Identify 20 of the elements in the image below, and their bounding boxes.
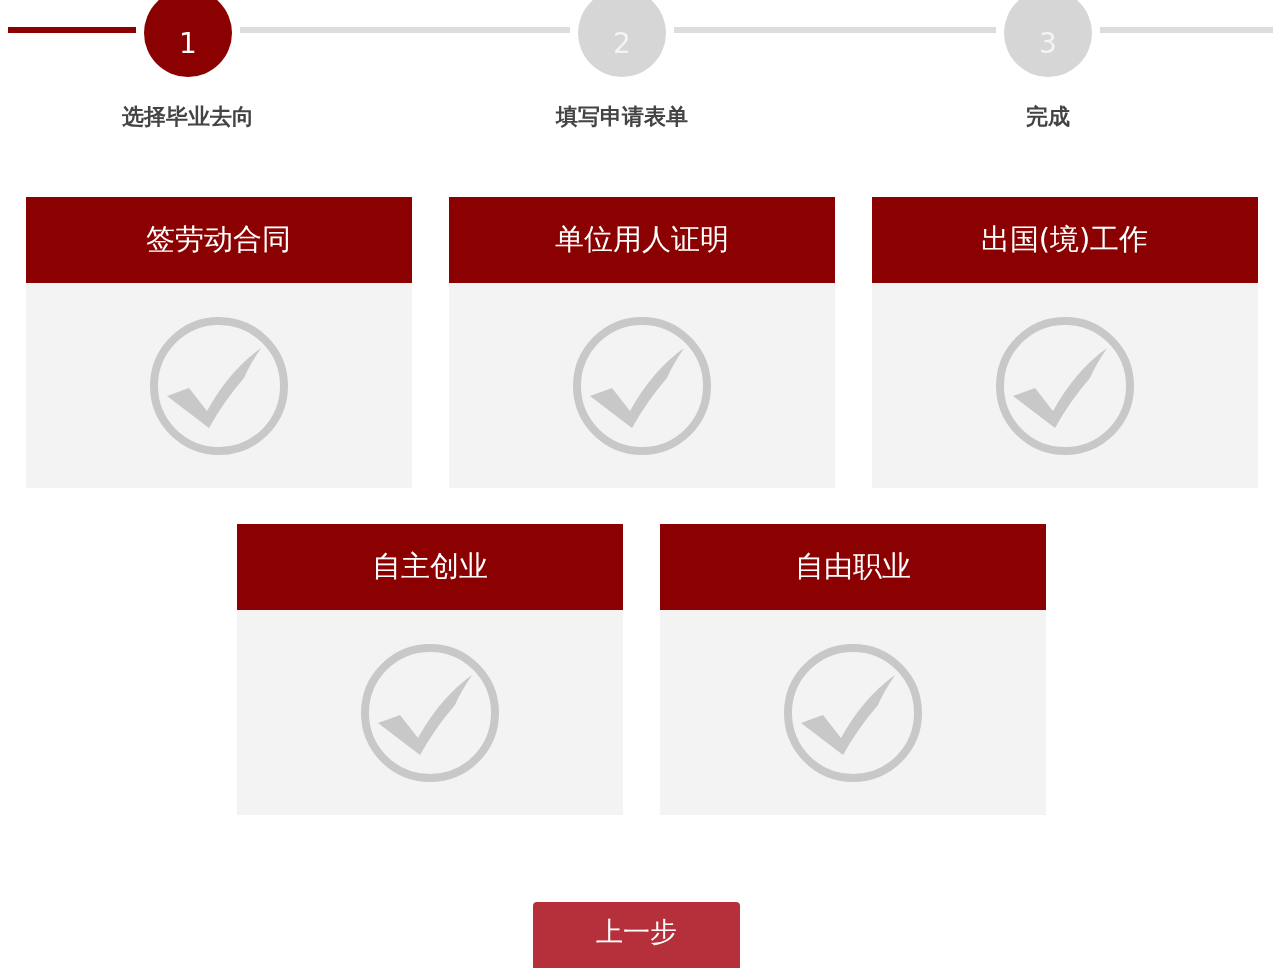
check-circle-icon	[783, 642, 923, 783]
back-button[interactable]: 上一步	[533, 902, 740, 968]
option-card[interactable]: 签劳动合同	[25, 197, 412, 488]
step-label: 填写申请表单	[556, 103, 688, 131]
option-title: 自由职业	[660, 524, 1046, 610]
step-label: 选择毕业去向	[122, 103, 254, 131]
option-card[interactable]: 出国(境)工作	[871, 197, 1258, 488]
option-card[interactable]: 自主创业	[237, 524, 623, 815]
step-number: 1	[144, 0, 232, 77]
option-title: 单位用人证明	[448, 197, 835, 283]
option-card[interactable]: 单位用人证明	[448, 197, 835, 488]
check-circle-icon	[571, 315, 712, 456]
check-circle-icon	[360, 642, 500, 783]
option-card[interactable]: 自由职业	[660, 524, 1046, 815]
check-circle-icon	[994, 315, 1135, 456]
option-title: 签劳动合同	[25, 197, 412, 283]
check-circle-icon	[148, 315, 289, 456]
option-title: 自主创业	[237, 524, 623, 610]
step-label: 完成	[1026, 103, 1070, 131]
option-title: 出国(境)工作	[871, 197, 1258, 283]
